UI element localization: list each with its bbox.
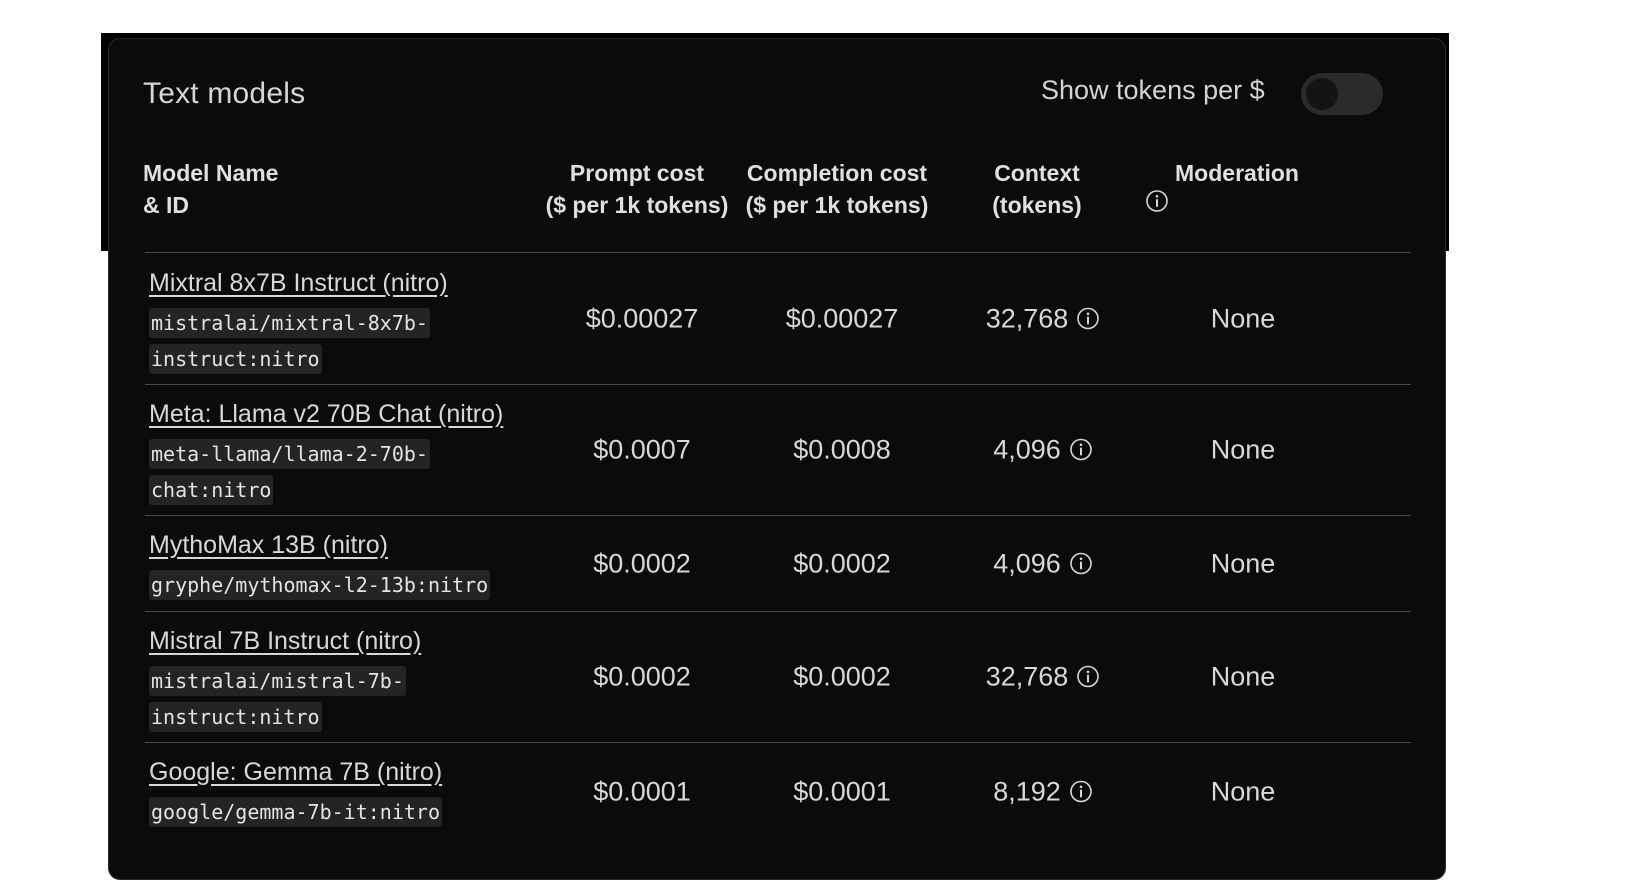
moderation-value: None <box>1210 548 1276 579</box>
model-name-link[interactable]: Mixtral 8x7B Instruct (nitro) <box>149 269 448 298</box>
info-circle-icon[interactable] <box>1069 551 1093 575</box>
model-id: google/gemma-7b-it:nitro <box>149 794 442 830</box>
model-id-line: mistralai/mistral-7b- <box>149 666 406 696</box>
model-id-line: instruct:nitro <box>149 344 322 374</box>
column-header-completion-line2: ($ per 1k tokens) <box>745 192 929 218</box>
column-header-model-line2: & ID <box>143 192 189 218</box>
panel-title: Text models <box>143 77 306 110</box>
moderation-value: None <box>1210 776 1276 807</box>
table-row: MythoMax 13B (nitro) gryphe/mythomax-l2-… <box>145 515 1411 612</box>
context-length: 4,096 <box>937 549 1149 580</box>
context-value: 8,192 <box>993 776 1061 807</box>
prompt-cost: $0.0002 <box>593 548 691 579</box>
context-length: 32,768 <box>937 304 1149 335</box>
column-header-context-line2: (tokens) <box>992 192 1082 218</box>
model-id-line: instruct:nitro <box>149 702 322 732</box>
column-header-model: Model Name & ID <box>143 157 278 221</box>
context-value: 32,768 <box>985 661 1069 692</box>
info-circle-icon[interactable] <box>1076 306 1100 330</box>
column-header-context-line1: Context <box>994 160 1080 186</box>
column-header-completion: Completion cost ($ per 1k tokens) <box>745 157 929 221</box>
moderation-value: None <box>1210 303 1276 334</box>
model-id: mistralai/mixtral-8x7b- instruct:nitro <box>149 305 430 377</box>
text-models-panel: Text models Show tokens per $ Model Name… <box>108 38 1446 880</box>
column-header-context: Context (tokens) <box>945 157 1129 221</box>
prompt-cost: $0.0001 <box>593 776 691 807</box>
context-length: 4,096 <box>937 435 1149 466</box>
table-row: Mixtral 8x7B Instruct (nitro) mistralai/… <box>145 253 1411 385</box>
column-header-completion-line1: Completion cost <box>746 160 928 186</box>
moderation-value: None <box>1210 434 1276 465</box>
model-id: mistralai/mistral-7b- instruct:nitro <box>149 663 406 735</box>
model-id-line: meta-llama/llama-2-70b- <box>149 439 430 469</box>
model-name-link[interactable]: Google: Gemma 7B (nitro) <box>149 758 442 787</box>
model-id-line: chat:nitro <box>149 475 274 505</box>
model-id: meta-llama/llama-2-70b- chat:nitro <box>149 436 430 508</box>
table-row: Google: Gemma 7B (nitro) google/gemma-7b… <box>145 742 1411 852</box>
tokens-per-dollar-label: Show tokens per $ <box>1041 75 1265 105</box>
model-id-line: google/gemma-7b-it:nitro <box>149 797 442 827</box>
completion-cost: $0.0008 <box>793 434 891 465</box>
model-name-link[interactable]: Mistral 7B Instruct (nitro) <box>149 627 421 656</box>
column-header-prompt-line1: Prompt cost <box>569 160 705 186</box>
column-header-prompt: Prompt cost ($ per 1k tokens) <box>545 157 729 221</box>
model-id-line: mistralai/mixtral-8x7b- <box>149 308 430 338</box>
context-value: 4,096 <box>993 548 1061 579</box>
context-value: 4,096 <box>993 434 1061 465</box>
table-row: Meta: Llama v2 70B Chat (nitro) meta-lla… <box>145 384 1411 516</box>
context-length: 8,192 <box>937 777 1149 808</box>
model-name-link[interactable]: Meta: Llama v2 70B Chat (nitro) <box>149 400 503 429</box>
info-circle-icon[interactable] <box>1076 664 1100 688</box>
column-header-prompt-line2: ($ per 1k tokens) <box>545 192 729 218</box>
toggle-knob[interactable] <box>1306 78 1338 110</box>
completion-cost: $0.0001 <box>793 776 891 807</box>
model-id: gryphe/mythomax-l2-13b:nitro <box>149 567 491 603</box>
info-circle-icon[interactable] <box>1145 189 1169 213</box>
completion-cost: $0.0002 <box>793 661 891 692</box>
context-length: 32,768 <box>937 662 1149 693</box>
model-name-link[interactable]: MythoMax 13B (nitro) <box>149 531 388 560</box>
moderation-value: None <box>1210 661 1276 692</box>
completion-cost: $0.0002 <box>793 548 891 579</box>
table-row: Mistral 7B Instruct (nitro) mistralai/mi… <box>145 611 1411 743</box>
completion-cost: $0.00027 <box>785 303 899 334</box>
column-header-model-line1: Model Name <box>143 160 279 186</box>
prompt-cost: $0.0007 <box>593 434 691 465</box>
info-circle-icon[interactable] <box>1069 437 1093 461</box>
prompt-cost: $0.0002 <box>593 661 691 692</box>
column-header-moderation: Moderation <box>1145 157 1329 213</box>
info-circle-icon[interactable] <box>1069 779 1093 803</box>
tokens-per-dollar-toggle[interactable] <box>1301 73 1383 115</box>
prompt-cost: $0.00027 <box>585 303 699 334</box>
column-header-moderation-line1: Moderation <box>1175 160 1299 186</box>
model-id-line: gryphe/mythomax-l2-13b:nitro <box>149 570 491 600</box>
moderation-info-icon[interactable] <box>1145 189 1329 213</box>
context-value: 32,768 <box>985 303 1069 334</box>
